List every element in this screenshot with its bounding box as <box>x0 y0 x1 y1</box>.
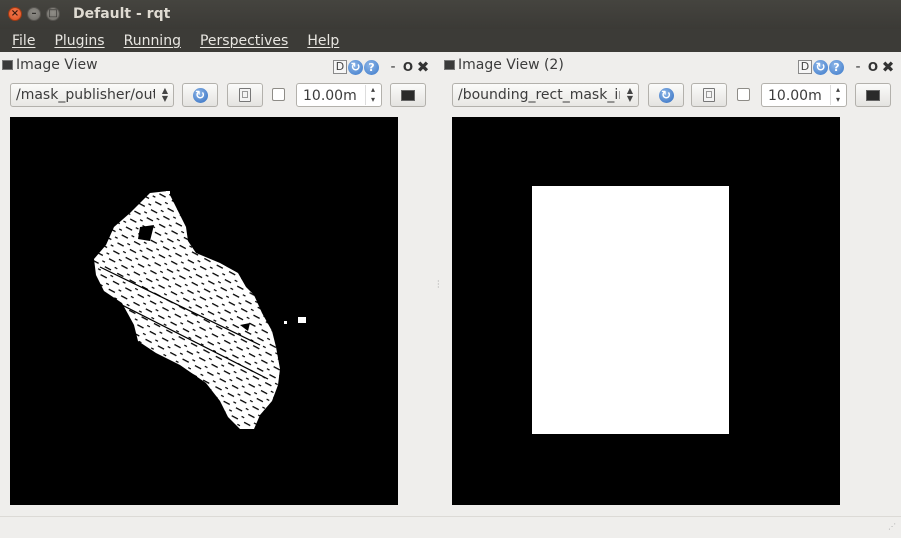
maximize-icon: □ <box>48 8 58 19</box>
refresh-icon: ↻ <box>658 87 674 103</box>
window-minimize-button[interactable]: – <box>27 7 41 21</box>
dock-float-button[interactable]: O <box>401 60 415 74</box>
spin-arrows-icon[interactable]: ▴ ▾ <box>365 85 380 105</box>
bounding-rect-image <box>532 186 729 434</box>
menu-help[interactable]: Help <box>307 33 339 49</box>
dock-title: Image View (2) <box>458 57 564 73</box>
topic-select-value: /bounding_rect_mask_image <box>458 87 620 103</box>
refresh-icon: ↻ <box>192 87 208 103</box>
panel-splitter[interactable]: · · · <box>437 278 440 292</box>
dock-title: Image View <box>16 57 98 73</box>
dock-title-bar[interactable]: Image View (2) D ↻ ? - O ✖ <box>442 53 901 77</box>
smooth-scaling-checkbox[interactable] <box>272 88 285 101</box>
image-canvas-bounding-rect[interactable] <box>452 117 840 505</box>
mask-image <box>94 191 306 429</box>
topic-select[interactable]: /mask_publisher/output ▲▼ <box>10 83 174 107</box>
save-icon <box>239 88 251 102</box>
mask-speck <box>166 191 170 194</box>
menu-bar: File Plugins Running Perspectives Help <box>0 29 901 52</box>
color-scheme-icon <box>866 89 880 101</box>
dock-close-icon[interactable]: ✖ <box>881 58 895 76</box>
window-close-button[interactable]: × <box>8 7 22 21</box>
window-maximize-button[interactable]: □ <box>46 7 60 21</box>
dock-minimize-button[interactable]: - <box>386 59 400 75</box>
image-canvas-mask[interactable] <box>10 117 398 505</box>
menu-plugins[interactable]: Plugins <box>54 33 104 49</box>
menu-file[interactable]: File <box>12 33 35 49</box>
color-scheme-icon <box>401 89 415 101</box>
max-range-spinbox[interactable]: ▴▾ <box>761 83 847 107</box>
max-range-spinbox[interactable]: ▴▾ <box>296 83 382 107</box>
menu-running[interactable]: Running <box>124 33 181 49</box>
window-titlebar[interactable]: × – □ Default - rqt <box>0 0 901 29</box>
color-scheme-button[interactable] <box>390 83 426 107</box>
resize-grip-icon[interactable]: ⋰ <box>888 523 898 535</box>
chevron-updown-icon: ▲ ▼ <box>626 86 634 103</box>
dock-d-button[interactable]: D <box>798 60 812 74</box>
max-range-input[interactable] <box>766 86 832 106</box>
menu-perspectives[interactable]: Perspectives <box>200 33 288 49</box>
dock-minimize-button[interactable]: - <box>851 59 865 75</box>
dock-float-button[interactable]: O <box>866 60 880 74</box>
status-bar: ⋰ <box>0 516 901 538</box>
minimize-icon: – <box>31 8 37 19</box>
dock-buttons: D ↻ ? - O ✖ <box>798 58 895 76</box>
refresh-topics-button[interactable]: ↻ <box>182 83 218 107</box>
topic-select[interactable]: /bounding_rect_mask_image ▲▼ <box>452 83 639 107</box>
reload-icon[interactable]: ↻ <box>348 59 363 75</box>
smooth-scaling-checkbox[interactable] <box>737 88 750 101</box>
reload-icon[interactable]: ↻ <box>813 59 828 75</box>
dock-title-bar[interactable]: Image View D ↻ ? - O ✖ <box>0 53 436 77</box>
dock-buttons: D ↻ ? - O ✖ <box>333 58 430 76</box>
mask-speck <box>298 317 306 323</box>
dock-close-icon[interactable]: ✖ <box>416 58 430 76</box>
mask-speck <box>284 321 287 324</box>
color-scheme-button[interactable] <box>855 83 891 107</box>
close-icon: × <box>10 8 20 19</box>
image-view-icon <box>2 60 13 70</box>
image-view-icon <box>444 60 455 70</box>
max-range-input[interactable] <box>301 86 367 106</box>
spin-arrows-icon[interactable]: ▴ ▾ <box>830 85 845 105</box>
image-view-panel-1: Image View D ↻ ? - O ✖ /mask_publisher/o… <box>0 53 436 510</box>
image-view-panel-2: Image View (2) D ↻ ? - O ✖ /bounding_rec… <box>442 53 901 510</box>
topic-select-value: /mask_publisher/output <box>16 87 155 103</box>
bounding-rect <box>532 186 729 434</box>
chevron-updown-icon: ▲ ▼ <box>161 86 169 103</box>
save-icon <box>703 88 715 102</box>
dock-d-button[interactable]: D <box>333 60 347 74</box>
image-view-toolbar: /mask_publisher/output ▲▼ ↻ ▴▾ <box>0 83 436 109</box>
refresh-topics-button[interactable]: ↻ <box>648 83 684 107</box>
help-icon[interactable]: ? <box>829 59 844 75</box>
help-icon[interactable]: ? <box>364 59 379 75</box>
window-title: Default - rqt <box>73 6 171 22</box>
image-view-toolbar: /bounding_rect_mask_image ▲▼ ↻ ▴▾ <box>442 83 901 109</box>
save-image-button[interactable] <box>691 83 727 107</box>
save-image-button[interactable] <box>227 83 263 107</box>
